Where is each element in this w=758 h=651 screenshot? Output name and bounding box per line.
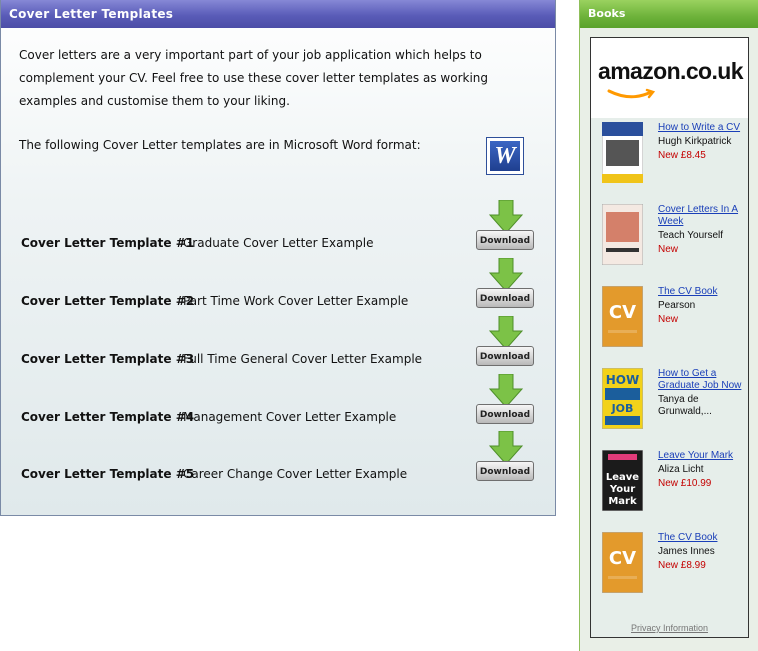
book-cover-image[interactable]: CV [602, 286, 643, 347]
book-author: Pearson [658, 300, 696, 311]
download-arrow-icon [489, 200, 523, 234]
book-item: Leave Your Mark Leave Your Mark Aliza Li… [602, 450, 747, 528]
download-arrow-icon [489, 431, 523, 465]
book-title-link[interactable]: The CV Book [658, 532, 748, 544]
download-button-label: Download [476, 404, 534, 424]
template-row-4: Cover Letter Template #4 Management Cove… [21, 374, 541, 452]
template-row-3: Cover Letter Template #3 Full Time Gener… [21, 316, 541, 394]
svg-text:JOB: JOB [611, 402, 634, 415]
svg-text:Mark: Mark [608, 496, 637, 507]
format-note: The following Cover Letter templates are… [19, 138, 421, 152]
svg-text:HOW: HOW [606, 373, 639, 387]
book-author: Hugh Kirkpatrick [658, 136, 732, 147]
template-row-5: Cover Letter Template #5 Career Change C… [21, 431, 541, 509]
sidebar-title: Books [580, 0, 758, 28]
amazon-logo-text: amazon.co.uk [598, 58, 744, 84]
download-button[interactable]: Download [476, 258, 536, 312]
book-author: Tanya de Grunwald,... [658, 394, 712, 417]
download-button-label: Download [476, 230, 534, 250]
book-item: HOW JOB How to Get a Graduate Job Now Ta… [602, 368, 747, 446]
book-cover-image[interactable]: HOW JOB [602, 368, 643, 429]
template-name: Cover Letter Template #1 [21, 236, 195, 250]
template-name: Cover Letter Template #5 [21, 467, 195, 481]
books-sidebar: Books amazon.co.uk How to Write a CV Hug… [579, 0, 758, 651]
template-name: Cover Letter Template #3 [21, 352, 195, 366]
download-button-label: Download [476, 461, 534, 481]
download-button-label: Download [476, 288, 534, 308]
amazon-widget: amazon.co.uk How to Write a CV Hugh Kirk… [590, 37, 749, 638]
word-icon: W [486, 137, 524, 175]
template-description: Part Time Work Cover Letter Example [183, 294, 409, 308]
download-button[interactable]: Download [476, 200, 536, 254]
download-arrow-icon [489, 374, 523, 408]
amazon-smile-icon [607, 88, 656, 99]
book-price: New £10.99 [658, 478, 712, 489]
book-title-link[interactable]: How to Get a Graduate Job Now [658, 368, 748, 392]
book-item: Cover Letters In A Week Teach Yourself N… [602, 204, 747, 282]
book-title-link[interactable]: How to Write a CV [658, 122, 748, 134]
book-price: New £8.45 [658, 150, 706, 161]
book-author: Aliza Licht [658, 464, 704, 475]
download-arrow-icon [489, 316, 523, 350]
intro-text: Cover letters are a very important part … [19, 48, 489, 108]
book-price: New [658, 244, 679, 255]
book-cover-image[interactable]: CV [602, 532, 643, 593]
cover-letter-templates-panel: Cover Letter Templates Cover letters are… [0, 0, 556, 516]
book-price: New £8.99 [658, 560, 706, 571]
download-button[interactable]: Download [476, 374, 536, 428]
template-row-1: Cover Letter Template #1 Graduate Cover … [21, 200, 541, 278]
book-item: CV The CV Book Pearson New [602, 286, 747, 364]
book-title-link[interactable]: Cover Letters In A Week [658, 204, 748, 228]
book-item: CV The CV Book James Innes New £8.99 [602, 532, 747, 610]
book-item: How to Write a CV Hugh Kirkpatrick New £… [602, 122, 747, 200]
template-description: Full Time General Cover Letter Example [183, 352, 423, 366]
template-description: Management Cover Letter Example [183, 410, 397, 424]
template-row-2: Cover Letter Template #2 Part Time Work … [21, 258, 541, 336]
download-button-label: Download [476, 346, 534, 366]
svg-text:Your: Your [609, 484, 635, 495]
book-title-link[interactable]: Leave Your Mark [658, 450, 748, 462]
book-cover-image[interactable] [602, 204, 643, 265]
book-title-link[interactable]: The CV Book [658, 286, 748, 298]
download-button[interactable]: Download [476, 316, 536, 370]
template-description: Career Change Cover Letter Example [183, 467, 408, 481]
book-price: New [658, 314, 679, 325]
template-name: Cover Letter Template #4 [21, 410, 195, 424]
template-description: Graduate Cover Letter Example [183, 236, 374, 250]
download-arrow-icon [489, 258, 523, 292]
book-author: Teach Yourself [658, 230, 724, 241]
privacy-information-link[interactable]: Privacy Information [591, 623, 748, 633]
amazon-logo[interactable]: amazon.co.uk [591, 38, 748, 118]
panel-title: Cover Letter Templates [1, 0, 555, 28]
book-cover-image[interactable]: Leave Your Mark [602, 450, 643, 511]
book-author: James Innes [658, 546, 715, 557]
svg-text:CV: CV [609, 302, 636, 323]
book-cover-image[interactable] [602, 122, 643, 183]
svg-text:Leave: Leave [606, 472, 639, 483]
word-icon-letter: W [490, 141, 520, 171]
download-button[interactable]: Download [476, 431, 536, 485]
template-name: Cover Letter Template #2 [21, 294, 195, 308]
svg-text:CV: CV [609, 548, 636, 569]
